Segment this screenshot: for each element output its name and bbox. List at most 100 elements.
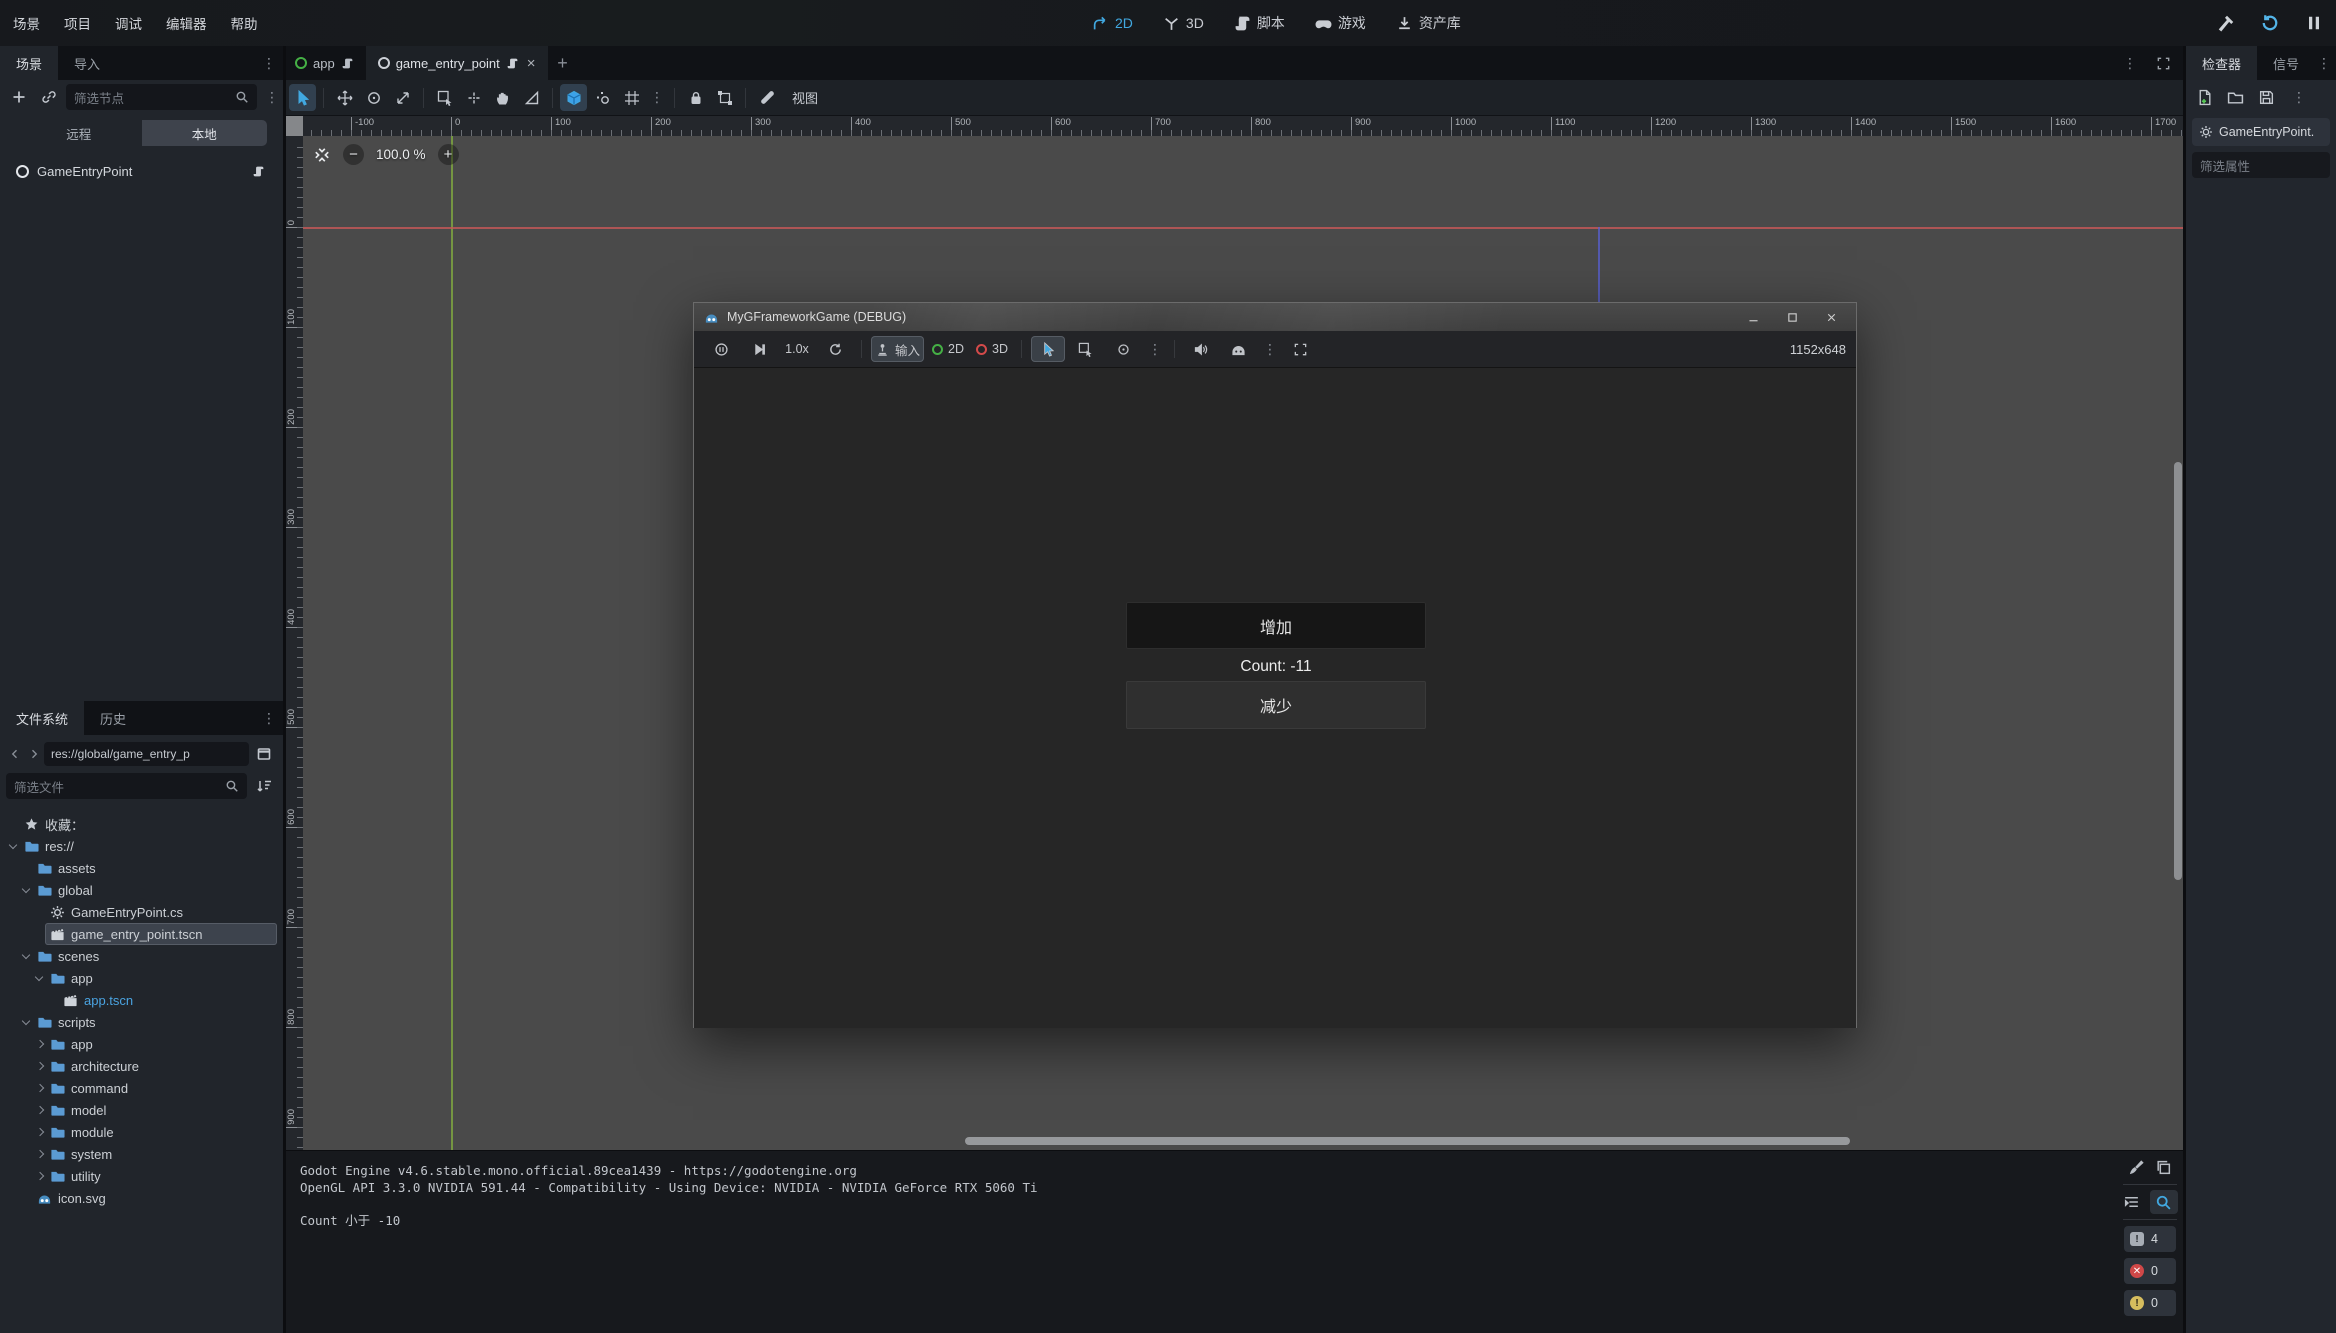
horizontal-scrollbar[interactable]	[965, 1137, 1850, 1145]
audio-mute-icon[interactable]	[1184, 336, 1218, 362]
scene-tab-app[interactable]: app	[283, 46, 366, 80]
scene-tree-root-node[interactable]: GameEntryPoint	[10, 158, 273, 184]
filter-nodes-input[interactable]: 筛选节点	[66, 84, 257, 110]
rotate-tool-icon[interactable]	[360, 84, 387, 111]
suspend-icon[interactable]	[704, 336, 738, 362]
grid-icon[interactable]	[618, 84, 645, 111]
expand-arrow-icon[interactable]	[32, 928, 45, 941]
dock-separator[interactable]	[2183, 46, 2186, 1333]
tree-row[interactable]: scenes	[0, 945, 277, 967]
new-scene-tab-button[interactable]: +	[548, 46, 578, 80]
workspace-2d[interactable]: 2D	[1092, 15, 1133, 32]
expand-arrow-icon[interactable]	[32, 1082, 45, 1095]
expand-arrow-icon[interactable]	[19, 950, 32, 963]
close-icon[interactable]	[1825, 311, 1838, 324]
expand-arrow-icon[interactable]	[32, 1104, 45, 1117]
tab-filesystem[interactable]: 文件系统	[0, 701, 84, 735]
dock-separator[interactable]	[283, 46, 286, 1333]
list-select-icon[interactable]	[431, 84, 458, 111]
view-menu-button[interactable]: 视图	[782, 88, 828, 107]
select-mode-icon[interactable]	[1031, 336, 1065, 362]
nav-back-icon[interactable]	[6, 743, 23, 765]
focus-target-icon[interactable]	[1107, 336, 1141, 362]
search-output-button[interactable]	[2150, 1190, 2178, 1214]
split-dock-icon[interactable]	[251, 741, 277, 767]
lock-icon[interactable]	[682, 84, 709, 111]
inspector-menu-icon[interactable]: ⋮	[2289, 89, 2309, 106]
instance-scene-button[interactable]	[36, 84, 62, 110]
maximize-icon[interactable]	[1786, 311, 1799, 324]
dock-menu-icon[interactable]: ⋮	[259, 46, 279, 80]
build-hammer-icon[interactable]	[2216, 13, 2236, 33]
2d-viewport[interactable]: − 100.0 % + MyGFrameworkGame (DEBUG)	[303, 136, 2183, 1150]
pause-icon[interactable]	[2304, 13, 2324, 33]
menu-item[interactable]: 场景	[4, 8, 49, 38]
expand-arrow-icon[interactable]	[19, 884, 32, 897]
save-icon[interactable]	[2258, 89, 2275, 106]
workspace-3d[interactable]: 3D	[1163, 15, 1204, 32]
tab-import-dock[interactable]: 导入	[58, 46, 116, 80]
tree-row[interactable]: assets	[0, 857, 277, 879]
ruler-tool-icon[interactable]	[518, 84, 545, 111]
tree-row[interactable]: system	[0, 1143, 277, 1165]
tab-signals[interactable]: 信号	[2257, 46, 2315, 80]
grid-snap-icon[interactable]	[589, 84, 616, 111]
expand-arrow-icon[interactable]	[45, 994, 58, 1007]
filter-files-input[interactable]: 筛选文件	[6, 773, 247, 799]
tab-history[interactable]: 历史	[84, 701, 142, 735]
menu-item[interactable]: 帮助	[222, 8, 267, 38]
expand-icon[interactable]	[2156, 56, 2171, 71]
tree-row[interactable]: game_entry_point.tscn	[0, 923, 277, 945]
dock-menu-icon[interactable]: ⋮	[2314, 46, 2334, 80]
zoom-in-button[interactable]: +	[438, 144, 459, 165]
next-frame-icon[interactable]	[742, 336, 776, 362]
zoom-out-button[interactable]: −	[343, 144, 364, 165]
new-resource-icon[interactable]	[2196, 89, 2213, 106]
fullscreen-icon[interactable]	[1284, 336, 1318, 362]
smart-snap-icon[interactable]	[560, 84, 587, 111]
debug-options-icon[interactable]: ⋮	[1260, 341, 1280, 358]
menu-item[interactable]: 项目	[55, 8, 100, 38]
tree-row[interactable]: architecture	[0, 1055, 277, 1077]
nav-forward-icon[interactable]	[25, 743, 42, 765]
sort-files-icon[interactable]	[251, 773, 277, 799]
reset-speed-icon[interactable]	[818, 336, 852, 362]
tree-row[interactable]: app	[0, 1033, 277, 1055]
tree-row[interactable]: utility	[0, 1165, 277, 1187]
expand-arrow-icon[interactable]	[32, 1060, 45, 1073]
scene-tab-current[interactable]: game_entry_point ×	[366, 46, 548, 80]
pivot-snap-icon[interactable]	[460, 84, 487, 111]
current-path-field[interactable]: res://global/game_entry_p	[44, 742, 249, 766]
scene-tabs-menu-icon[interactable]: ⋮	[2120, 55, 2140, 72]
minimize-icon[interactable]	[1747, 311, 1760, 324]
menu-item[interactable]: 编辑器	[157, 8, 216, 38]
edited-object-button[interactable]: GameEntryPoint.	[2192, 118, 2330, 146]
load-resource-icon[interactable]	[2227, 89, 2244, 106]
tree-row[interactable]: model	[0, 1099, 277, 1121]
center-view-icon[interactable]	[313, 146, 331, 164]
attached-script-icon[interactable]	[252, 165, 265, 178]
tree-row[interactable]: app	[0, 967, 277, 989]
tree-row[interactable]: res://	[0, 835, 277, 857]
list-select-icon[interactable]	[1069, 336, 1103, 362]
decrease-button[interactable]: 减少	[1126, 681, 1426, 729]
expand-arrow-icon[interactable]	[6, 818, 19, 831]
move-tool-icon[interactable]	[331, 84, 358, 111]
clear-output-icon[interactable]	[2128, 1159, 2145, 1176]
close-tab-icon[interactable]: ×	[527, 55, 536, 72]
tab-scene-dock[interactable]: 场景	[0, 46, 58, 80]
expand-arrow-icon[interactable]	[32, 972, 45, 985]
expand-arrow-icon[interactable]	[19, 862, 32, 875]
scale-tool-icon[interactable]	[389, 84, 416, 111]
input-mode-button[interactable]: 输入	[871, 336, 924, 362]
tree-row[interactable]: module	[0, 1121, 277, 1143]
game-window-titlebar[interactable]: MyGFrameworkGame (DEBUG)	[694, 303, 1856, 331]
errors-filter-badge[interactable]: ✕ 0	[2124, 1258, 2176, 1284]
dock-menu-icon[interactable]: ⋮	[259, 701, 279, 735]
workspace-assetlib[interactable]: 资产库	[1396, 13, 1461, 33]
restart-icon[interactable]	[2260, 13, 2280, 33]
expand-arrow-icon[interactable]	[32, 1170, 45, 1183]
pan-tool-icon[interactable]	[489, 84, 516, 111]
expand-arrow-icon[interactable]	[19, 1016, 32, 1029]
expand-arrow-icon[interactable]	[19, 1192, 32, 1205]
